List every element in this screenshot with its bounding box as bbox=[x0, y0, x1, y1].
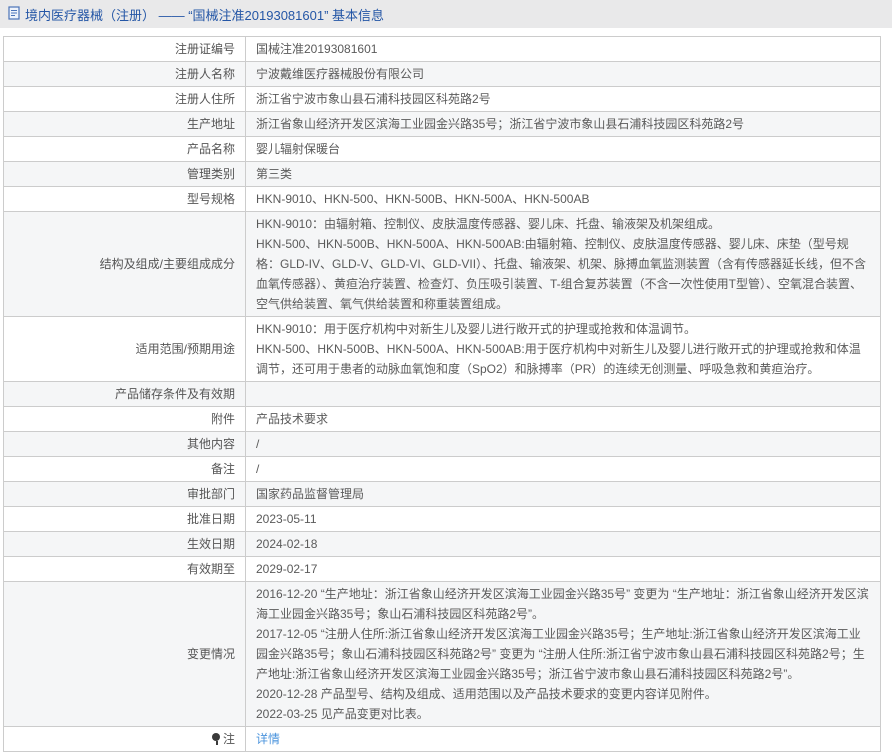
row-value: 详情 bbox=[246, 727, 881, 752]
table-row: 注详情 bbox=[4, 727, 881, 752]
row-label: 变更情况 bbox=[4, 582, 246, 727]
row-value: HKN-9010、HKN-500、HKN-500B、HKN-500A、HKN-5… bbox=[246, 187, 881, 212]
row-value: 浙江省宁波市象山县石浦科技园区科苑路2号 bbox=[246, 87, 881, 112]
row-value: 宁波戴维医疗器械股份有限公司 bbox=[246, 62, 881, 87]
table-row: 生效日期2024-02-18 bbox=[4, 532, 881, 557]
row-label: 其他内容 bbox=[4, 432, 246, 457]
table-row: 产品名称婴儿辐射保暖台 bbox=[4, 137, 881, 162]
row-label: 生效日期 bbox=[4, 532, 246, 557]
table-row: 注册人住所浙江省宁波市象山县石浦科技园区科苑路2号 bbox=[4, 87, 881, 112]
row-label: 审批部门 bbox=[4, 482, 246, 507]
row-value: 浙江省象山经济开发区滨海工业园金兴路35号；浙江省宁波市象山县石浦科技园区科苑路… bbox=[246, 112, 881, 137]
row-label: 管理类别 bbox=[4, 162, 246, 187]
document-icon bbox=[8, 6, 20, 23]
row-value: 婴儿辐射保暖台 bbox=[246, 137, 881, 162]
row-value: 国家药品监督管理局 bbox=[246, 482, 881, 507]
table-row: 变更情况2016-12-20 “生产地址：浙江省象山经济开发区滨海工业园金兴路3… bbox=[4, 582, 881, 727]
row-value: HKN-9010：用于医疗机构中对新生儿及婴儿进行敞开式的护理或抢救和体温调节。… bbox=[246, 317, 881, 382]
table-row: 管理类别第三类 bbox=[4, 162, 881, 187]
table-row: 有效期至2029-02-17 bbox=[4, 557, 881, 582]
registration-table-body: 注册证编号国械注准20193081601注册人名称宁波戴维医疗器械股份有限公司注… bbox=[4, 37, 881, 752]
table-row: 产品储存条件及有效期 bbox=[4, 382, 881, 407]
row-label: 批准日期 bbox=[4, 507, 246, 532]
row-value: 2016-12-20 “生产地址：浙江省象山经济开发区滨海工业园金兴路35号” … bbox=[246, 582, 881, 727]
table-row: 生产地址浙江省象山经济开发区滨海工业园金兴路35号；浙江省宁波市象山县石浦科技园… bbox=[4, 112, 881, 137]
table-row: 适用范围/预期用途HKN-9010：用于医疗机构中对新生儿及婴儿进行敞开式的护理… bbox=[4, 317, 881, 382]
row-value: HKN-9010：由辐射箱、控制仪、皮肤温度传感器、婴儿床、托盘、输液架及机架组… bbox=[246, 212, 881, 317]
row-value: 2029-02-17 bbox=[246, 557, 881, 582]
page-title: 境内医疗器械（注册） —— “国械注准20193081601” 基本信息 bbox=[25, 5, 384, 24]
row-label: 注 bbox=[4, 727, 246, 752]
row-label: 附件 bbox=[4, 407, 246, 432]
row-value: 第三类 bbox=[246, 162, 881, 187]
row-label: 型号规格 bbox=[4, 187, 246, 212]
table-row: 批准日期2023-05-11 bbox=[4, 507, 881, 532]
detail-link[interactable]: 详情 bbox=[256, 732, 280, 746]
row-value: 国械注准20193081601 bbox=[246, 37, 881, 62]
row-value: 2023-05-11 bbox=[246, 507, 881, 532]
header-bar: 境内医疗器械（注册） —— “国械注准20193081601” 基本信息 bbox=[0, 0, 892, 28]
table-row: 审批部门国家药品监督管理局 bbox=[4, 482, 881, 507]
row-label: 产品储存条件及有效期 bbox=[4, 382, 246, 407]
row-label: 注册证编号 bbox=[4, 37, 246, 62]
table-row: 其他内容/ bbox=[4, 432, 881, 457]
table-row: 附件产品技术要求 bbox=[4, 407, 881, 432]
row-label: 结构及组成/主要组成成分 bbox=[4, 212, 246, 317]
row-value: / bbox=[246, 432, 881, 457]
row-value: 产品技术要求 bbox=[246, 407, 881, 432]
row-label: 有效期至 bbox=[4, 557, 246, 582]
row-value: 2024-02-18 bbox=[246, 532, 881, 557]
table-row: 型号规格HKN-9010、HKN-500、HKN-500B、HKN-500A、H… bbox=[4, 187, 881, 212]
pin-icon bbox=[212, 733, 220, 745]
row-value: / bbox=[246, 457, 881, 482]
row-label: 注册人名称 bbox=[4, 62, 246, 87]
table-row: 注册人名称宁波戴维医疗器械股份有限公司 bbox=[4, 62, 881, 87]
table-row: 备注/ bbox=[4, 457, 881, 482]
table-row: 注册证编号国械注准20193081601 bbox=[4, 37, 881, 62]
row-label: 备注 bbox=[4, 457, 246, 482]
registration-table: 注册证编号国械注准20193081601注册人名称宁波戴维医疗器械股份有限公司注… bbox=[3, 36, 881, 752]
row-label: 产品名称 bbox=[4, 137, 246, 162]
row-label: 生产地址 bbox=[4, 112, 246, 137]
table-row: 结构及组成/主要组成成分HKN-9010：由辐射箱、控制仪、皮肤温度传感器、婴儿… bbox=[4, 212, 881, 317]
row-label: 适用范围/预期用途 bbox=[4, 317, 246, 382]
row-label: 注册人住所 bbox=[4, 87, 246, 112]
row-value bbox=[246, 382, 881, 407]
